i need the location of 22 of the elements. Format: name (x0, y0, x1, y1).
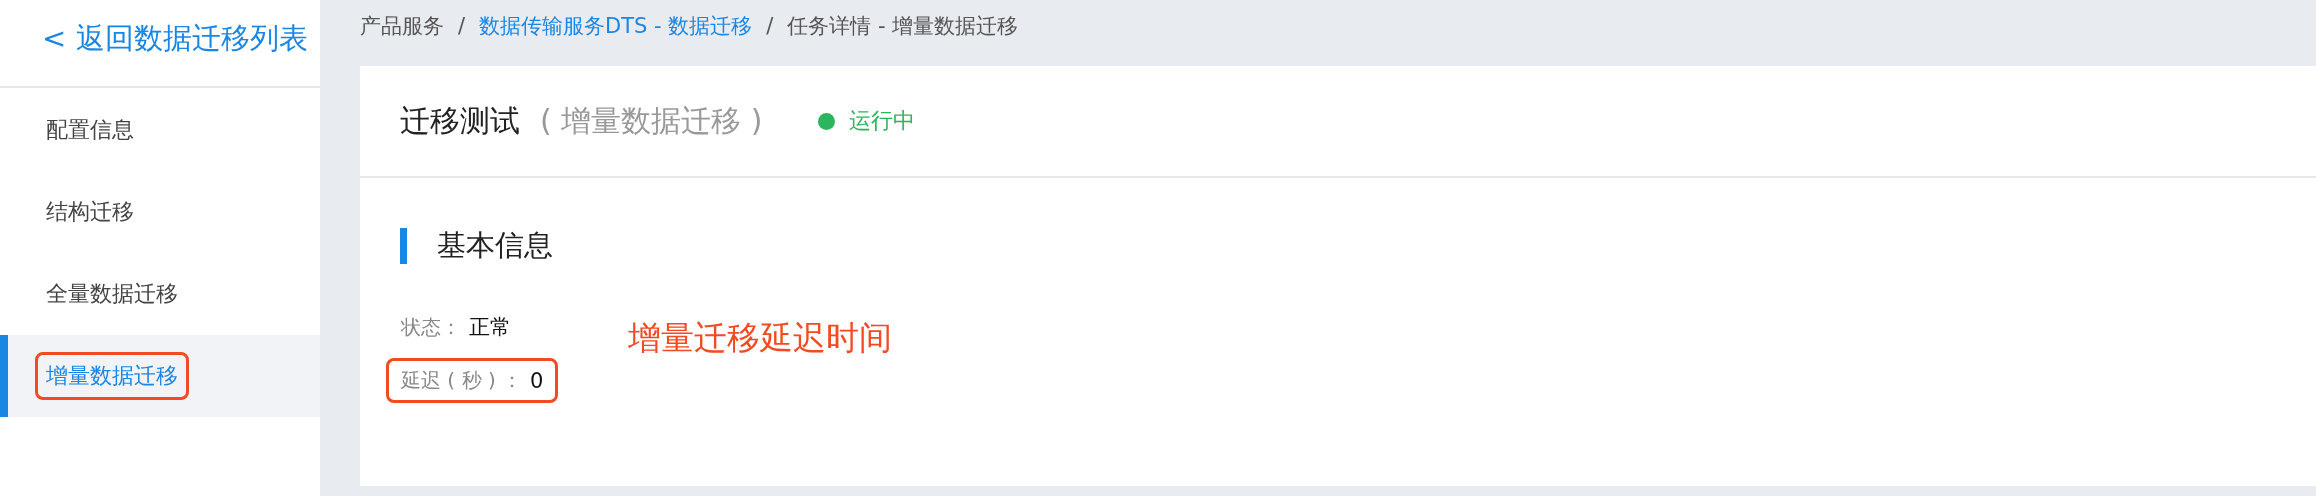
annotation-text: 增量迁移延迟时间 (628, 317, 893, 359)
breadcrumb-separator: / (458, 14, 466, 38)
menu-label: 全量数据迁移 (45, 280, 179, 308)
menu-label: 增量数据迁移 (35, 352, 189, 400)
sidebar-item[interactable]: 全量数据迁移 (0, 253, 320, 335)
menu-label: 配置信息 (45, 116, 135, 144)
breadcrumb-text: 产品服务 (360, 13, 444, 40)
breadcrumb-separator: / (766, 14, 774, 38)
field-value: 正常 (469, 314, 511, 341)
menu-label: 结构迁移 (45, 198, 135, 226)
status-label: 运行中 (849, 107, 916, 135)
field-value: 0 (530, 368, 544, 393)
sidebar-item[interactable]: 结构迁移 (0, 171, 320, 253)
back-link[interactable]: < 返回数据迁移列表 (0, 0, 320, 88)
task-type: ( 增量数据迁移 ) (540, 101, 763, 140)
field-label: 状态： (401, 313, 461, 341)
task-title: 迁移测试 (400, 101, 520, 140)
section-marker (400, 228, 407, 264)
field-label: 延迟 ( 秒 ) ： (401, 367, 523, 394)
breadcrumb-text: 任务详情 - 增量数据迁移 (787, 13, 1019, 40)
sidebar-item[interactable]: 配置信息 (0, 89, 320, 171)
section-title: 基本信息 (437, 227, 553, 264)
